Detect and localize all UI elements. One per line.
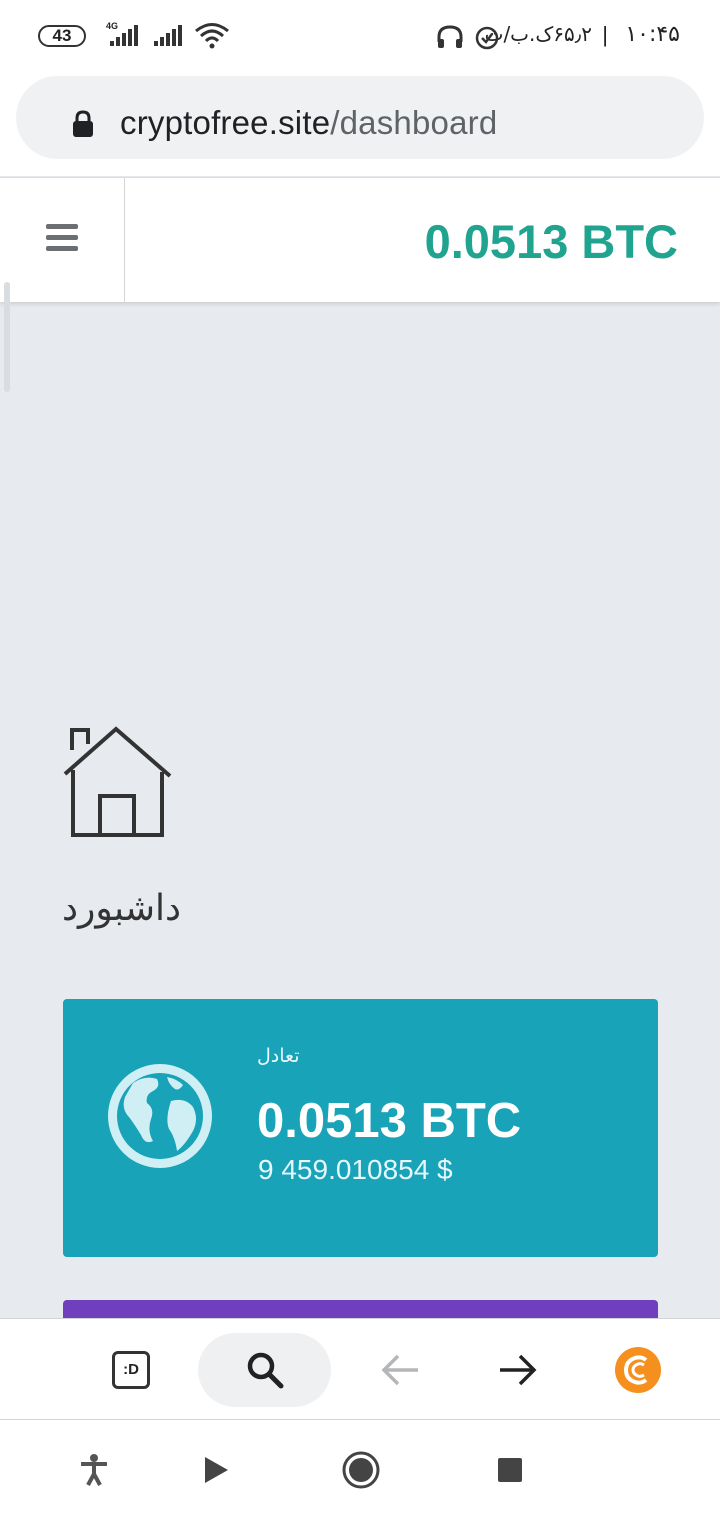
- lock-icon: [73, 110, 93, 137]
- record-icon: [342, 1451, 380, 1489]
- alarm-icon: [475, 26, 499, 50]
- forward-button[interactable]: [488, 1333, 548, 1407]
- url-bar[interactable]: cryptofree.site/dashboard: [16, 76, 704, 159]
- play-icon: [205, 1457, 228, 1483]
- stop-button[interactable]: [488, 1445, 532, 1495]
- data-speed: ۶۵٫۲ک.ب/ث: [484, 22, 592, 46]
- url-domain: cryptofree.site: [120, 104, 331, 141]
- coin-extension-icon: [615, 1347, 661, 1393]
- status-clock: ۱۰:۴۵: [625, 22, 680, 47]
- accessibility-button[interactable]: [72, 1445, 116, 1495]
- back-button[interactable]: [370, 1333, 430, 1407]
- search-icon: [247, 1352, 283, 1389]
- hamburger-menu-icon[interactable]: [0, 178, 125, 302]
- status-separator: |: [602, 22, 608, 47]
- balance-btc: 0.0513 BTC: [257, 1094, 522, 1148]
- balance-usd: 9 459.010854 $: [258, 1154, 453, 1185]
- forward-arrow-icon: [500, 1354, 537, 1386]
- url-path: /dashboard: [330, 104, 498, 141]
- extension-button[interactable]: [608, 1333, 668, 1407]
- wifi-icon: [195, 23, 229, 49]
- stop-icon: [498, 1458, 522, 1482]
- back-arrow-icon: [381, 1354, 418, 1386]
- balance-label: تعادل: [257, 1045, 300, 1067]
- tabs-icon: :D: [112, 1351, 150, 1389]
- home-icon: [63, 726, 172, 837]
- url-text: cryptofree.site/dashboard: [120, 104, 497, 142]
- header-balance: 0.0513 BTC: [424, 215, 678, 268]
- signal-icon: [110, 25, 138, 46]
- balance-card: تعادل 0.0513 BTC 9 459.010854 $: [63, 999, 658, 1257]
- globe-icon: [108, 1064, 212, 1168]
- headset-icon: [437, 25, 463, 48]
- play-button[interactable]: [194, 1445, 238, 1495]
- battery-indicator: 43: [38, 25, 86, 47]
- tabs-button[interactable]: :D: [104, 1333, 158, 1407]
- accessibility-icon: [81, 1454, 107, 1486]
- signal-icon-2: [154, 25, 182, 46]
- site-header: 0.0513 BTC: [0, 177, 720, 302]
- search-button[interactable]: [198, 1333, 331, 1407]
- browser-address-area: cryptofree.site/dashboard: [0, 70, 720, 176]
- scroll-indicator[interactable]: [4, 282, 10, 392]
- record-button[interactable]: [338, 1445, 384, 1495]
- system-nav-bar: [0, 1420, 720, 1520]
- browser-toolbar: :D: [0, 1318, 720, 1420]
- page-title: داشبورد: [62, 888, 182, 929]
- status-bar: 43 4G ۶۵٫۲ک.ب/ث | ۱۰:۴۵: [0, 0, 720, 70]
